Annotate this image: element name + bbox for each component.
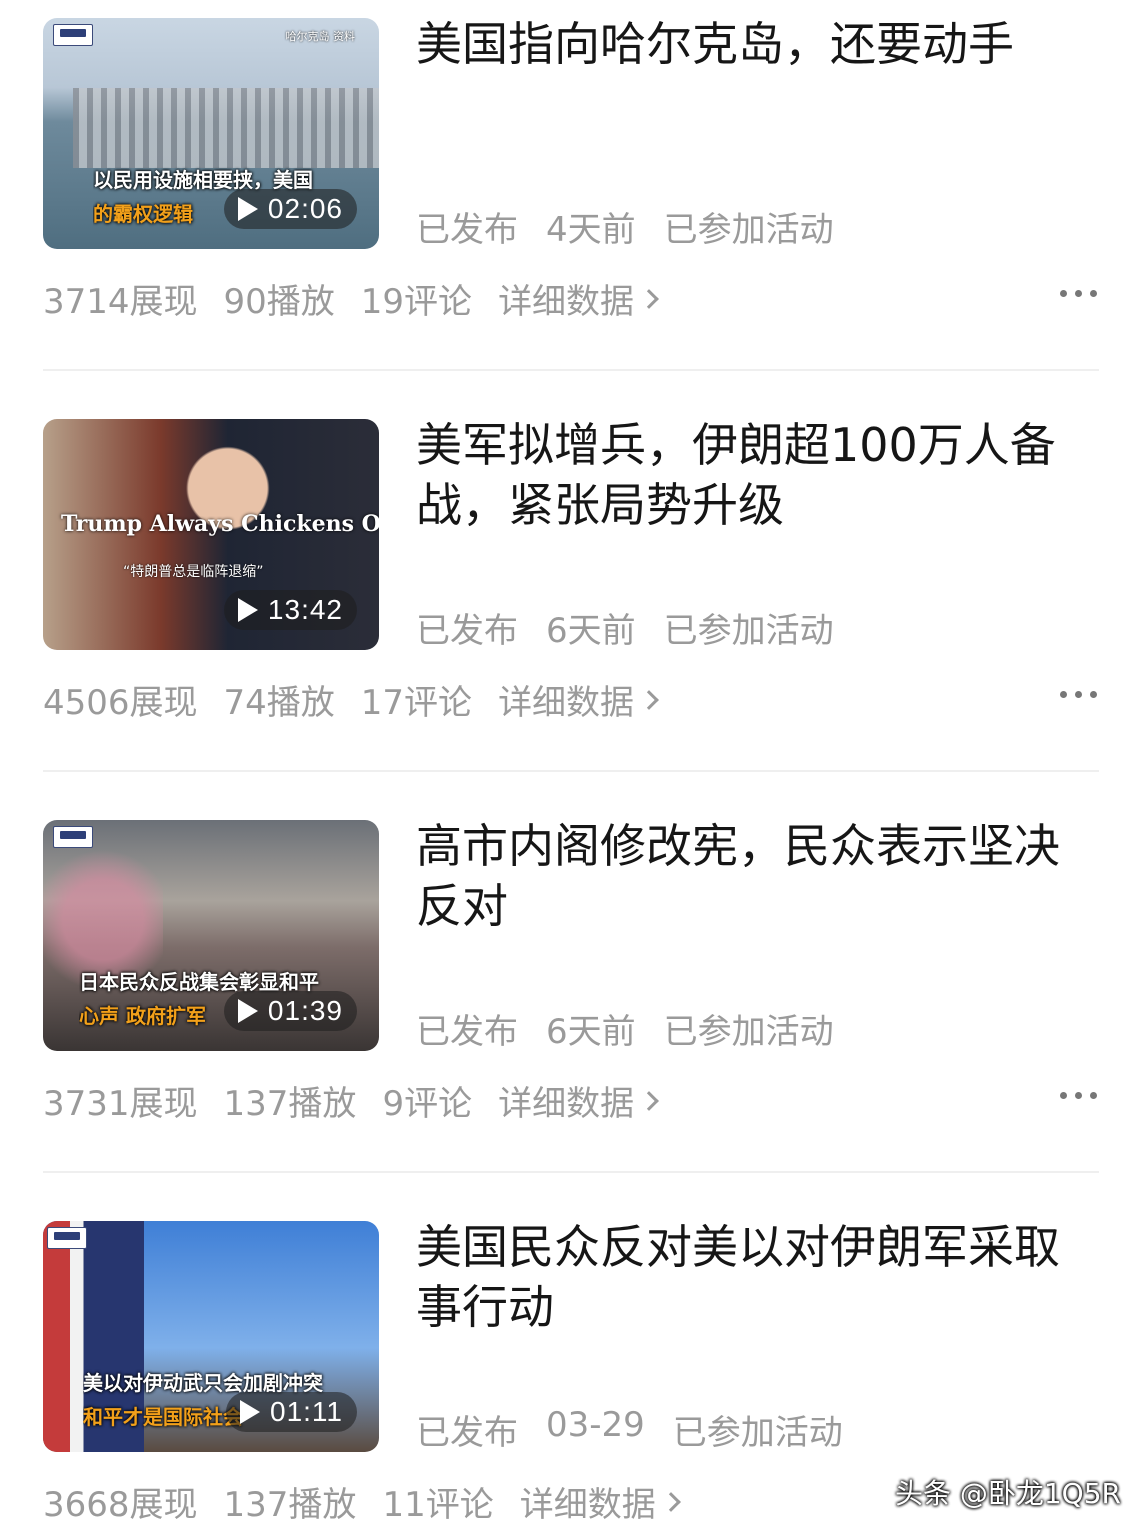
stats-row: 4506展现 74播放 17评论 详细数据 bbox=[43, 675, 659, 724]
divider bbox=[43, 369, 1099, 371]
status-row: 已发布 6天前 已参加活动 bbox=[416, 1004, 834, 1053]
chevron-right-icon bbox=[639, 288, 659, 309]
duration-text: 02:06 bbox=[267, 193, 343, 224]
publish-status: 已发布 bbox=[416, 1413, 518, 1453]
video-list: 哈尔克岛 资料 以民用设施相要挟，美国 的霸权逻辑 02:06 美国指向哈尔克岛… bbox=[0, 0, 1147, 1529]
video-thumbnail[interactable]: 日本民众反战集会彰显和平 心声 政府扩军 01:39 bbox=[43, 820, 379, 1051]
impressions-count: 3731展现 bbox=[43, 1084, 198, 1124]
detail-data-label: 详细数据 bbox=[498, 683, 635, 723]
dot-icon bbox=[1075, 1092, 1082, 1099]
video-title[interactable]: 高市内阁修改宪，民众表示坚决反对 bbox=[416, 816, 1096, 936]
channel-logo bbox=[53, 24, 93, 46]
plays-count: 137播放 bbox=[223, 1485, 357, 1525]
dot-icon bbox=[1060, 691, 1067, 698]
stats-row: 3668展现 137播放 11评论 详细数据 bbox=[43, 1477, 681, 1526]
video-title[interactable]: 美军拟增兵，伊朗超100万人备战，紧张局势升级 bbox=[416, 415, 1096, 535]
publish-time: 6天前 bbox=[546, 611, 636, 651]
dot-icon bbox=[1090, 1092, 1097, 1099]
duration-text: 13:42 bbox=[267, 594, 343, 625]
video-thumbnail[interactable]: 哈尔克岛 资料 以民用设施相要挟，美国 的霸权逻辑 02:06 bbox=[43, 18, 379, 249]
publish-status: 已发布 bbox=[416, 611, 518, 651]
chevron-right-icon bbox=[660, 1491, 681, 1512]
dot-icon bbox=[1060, 290, 1067, 297]
dot-icon bbox=[1090, 290, 1097, 297]
thumbnail-caption-secondary: “特朗普总是临阵退缩” bbox=[123, 564, 264, 580]
duration-badge: 02:06 bbox=[223, 189, 357, 229]
more-options-button[interactable] bbox=[1060, 290, 1097, 297]
detail-data-label: 详细数据 bbox=[498, 282, 635, 322]
activity-status: 已参加活动 bbox=[663, 210, 834, 250]
video-thumbnail[interactable]: Trump Always Chickens Out “特朗普总是临阵退缩” 13… bbox=[43, 419, 379, 650]
dot-icon bbox=[1075, 290, 1082, 297]
publish-status: 已发布 bbox=[416, 1012, 518, 1052]
divider bbox=[43, 1171, 1099, 1173]
publish-time: 4天前 bbox=[546, 210, 636, 250]
plays-count: 137播放 bbox=[223, 1084, 357, 1124]
comments-count: 17评论 bbox=[360, 683, 473, 723]
video-title[interactable]: 美国指向哈尔克岛，还要动手 bbox=[416, 14, 1096, 74]
impressions-count: 4506展现 bbox=[43, 683, 198, 723]
status-row: 已发布 03-29 已参加活动 bbox=[416, 1405, 843, 1454]
duration-text: 01:11 bbox=[270, 1396, 343, 1427]
plays-count: 74播放 bbox=[223, 683, 335, 723]
dot-icon bbox=[1090, 691, 1097, 698]
detail-data-link[interactable]: 详细数据 bbox=[498, 1076, 659, 1125]
dot-icon bbox=[1075, 691, 1082, 698]
impressions-count: 3714展现 bbox=[43, 282, 198, 322]
publish-status: 已发布 bbox=[416, 210, 518, 250]
duration-badge: 01:11 bbox=[226, 1392, 357, 1432]
duration-badge: 01:39 bbox=[223, 991, 357, 1031]
publish-time: 03-29 bbox=[546, 1405, 645, 1445]
status-row: 已发布 6天前 已参加活动 bbox=[416, 603, 834, 652]
plays-count: 90播放 bbox=[223, 282, 335, 322]
dot-icon bbox=[1060, 1092, 1067, 1099]
activity-status: 已参加活动 bbox=[672, 1413, 843, 1453]
more-options-button[interactable] bbox=[1060, 691, 1097, 698]
publish-time: 6天前 bbox=[546, 1012, 636, 1052]
duration-text: 01:39 bbox=[267, 995, 343, 1026]
detail-data-link[interactable]: 详细数据 bbox=[498, 675, 659, 724]
comments-count: 11评论 bbox=[382, 1485, 494, 1525]
video-card[interactable]: Trump Always Chickens Out “特朗普总是临阵退缩” 13… bbox=[0, 401, 1147, 802]
activity-status: 已参加活动 bbox=[663, 1012, 834, 1052]
stats-row: 3714展现 90播放 19评论 详细数据 bbox=[43, 274, 659, 323]
chevron-right-icon bbox=[639, 689, 659, 710]
watermark: 头条 @卧龙1Q5R bbox=[894, 1477, 1121, 1510]
detail-data-label: 详细数据 bbox=[498, 1084, 635, 1124]
play-icon bbox=[240, 1400, 260, 1424]
play-icon bbox=[237, 598, 258, 622]
play-icon bbox=[237, 197, 258, 221]
thumbnail-source-label: 哈尔克岛 资料 bbox=[285, 30, 356, 43]
channel-logo bbox=[53, 826, 93, 848]
video-thumbnail[interactable]: 美以对伊动武只会加剧冲突 和平才是国际社会 01:11 bbox=[43, 1221, 379, 1452]
video-card[interactable]: 哈尔克岛 资料 以民用设施相要挟，美国 的霸权逻辑 02:06 美国指向哈尔克岛… bbox=[0, 0, 1147, 401]
duration-badge: 13:42 bbox=[223, 590, 357, 630]
more-options-button[interactable] bbox=[1060, 1092, 1097, 1099]
channel-logo bbox=[47, 1227, 87, 1249]
detail-data-label: 详细数据 bbox=[519, 1485, 656, 1525]
activity-status: 已参加活动 bbox=[663, 611, 834, 651]
status-row: 已发布 4天前 已参加活动 bbox=[416, 202, 834, 251]
stats-row: 3731展现 137播放 9评论 详细数据 bbox=[43, 1076, 659, 1125]
detail-data-link[interactable]: 详细数据 bbox=[498, 274, 659, 323]
video-card[interactable]: 日本民众反战集会彰显和平 心声 政府扩军 01:39 高市内阁修改宪，民众表示坚… bbox=[0, 802, 1147, 1203]
comments-count: 9评论 bbox=[382, 1084, 473, 1124]
thumbnail-caption: Trump Always Chickens Out bbox=[61, 511, 379, 537]
chevron-right-icon bbox=[639, 1090, 659, 1111]
impressions-count: 3668展现 bbox=[43, 1485, 198, 1525]
video-title[interactable]: 美国民众反对美以对伊朗军采取事行动 bbox=[416, 1217, 1096, 1337]
divider bbox=[43, 770, 1099, 772]
detail-data-link[interactable]: 详细数据 bbox=[519, 1477, 681, 1526]
play-icon bbox=[237, 999, 258, 1023]
comments-count: 19评论 bbox=[360, 282, 473, 322]
